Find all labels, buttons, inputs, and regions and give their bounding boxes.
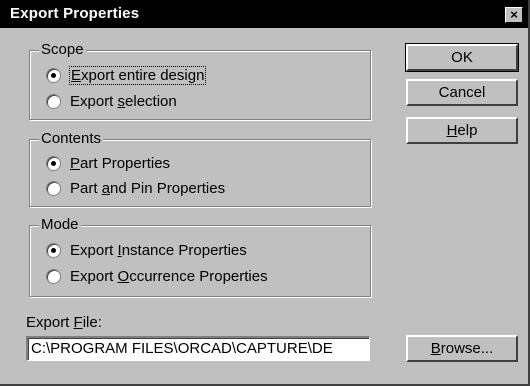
scope-group: Scope Export entire design Export select… bbox=[29, 41, 371, 120]
radio-button-checked[interactable] bbox=[46, 67, 61, 83]
radio-button-unchecked[interactable] bbox=[46, 93, 61, 109]
radio-export-entire-design[interactable]: Export entire design bbox=[46, 65, 207, 85]
radio-export-selection[interactable]: Export selection bbox=[46, 91, 177, 111]
radio-part-and-pin-properties[interactable]: Part and Pin Properties bbox=[46, 178, 225, 198]
radio-label-export-instance-properties: Export Instance Properties bbox=[70, 241, 247, 259]
cancel-button[interactable]: Cancel bbox=[406, 79, 518, 106]
contents-group-label: Contents bbox=[39, 130, 104, 148]
radio-label-export-occurrence-properties: Export Occurrence Properties bbox=[70, 267, 268, 285]
radio-label-export-selection: Export selection bbox=[70, 92, 177, 110]
mode-group: Mode Export Instance Properties Export O… bbox=[29, 216, 371, 297]
dialog-title: Export Properties bbox=[10, 5, 140, 22]
mode-group-label: Mode bbox=[39, 216, 81, 234]
radio-label-part-and-pin-properties: Part and Pin Properties bbox=[70, 179, 226, 197]
title-bar[interactable]: Export Properties × bbox=[0, 0, 528, 28]
ok-button[interactable]: OK bbox=[405, 43, 519, 72]
close-button[interactable]: × bbox=[505, 7, 523, 23]
radio-button-unchecked[interactable] bbox=[46, 180, 61, 196]
export-file-path-input[interactable]: C:\PROGRAM FILES\ORCAD\CAPTURE\DE bbox=[26, 336, 370, 361]
help-button[interactable]: Help bbox=[406, 117, 518, 144]
radio-button-checked[interactable] bbox=[46, 155, 61, 171]
export-file-label: Export File: bbox=[26, 314, 102, 331]
export-properties-dialog: Export Properties × Scope Export entire … bbox=[0, 0, 530, 386]
radio-export-instance-properties[interactable]: Export Instance Properties bbox=[46, 240, 247, 260]
browse-button[interactable]: Browse... bbox=[406, 335, 518, 362]
radio-button-checked[interactable] bbox=[46, 242, 61, 258]
radio-export-occurrence-properties[interactable]: Export Occurrence Properties bbox=[46, 266, 268, 286]
radio-label-export-entire-design: Export entire design bbox=[68, 65, 207, 85]
contents-group: Contents Part Properties Part and Pin Pr… bbox=[29, 130, 371, 207]
scope-group-label: Scope bbox=[39, 41, 86, 59]
close-icon: × bbox=[510, 7, 518, 22]
radio-label-part-properties: Part Properties bbox=[70, 154, 171, 172]
radio-part-properties[interactable]: Part Properties bbox=[46, 153, 170, 173]
radio-button-unchecked[interactable] bbox=[46, 268, 61, 284]
